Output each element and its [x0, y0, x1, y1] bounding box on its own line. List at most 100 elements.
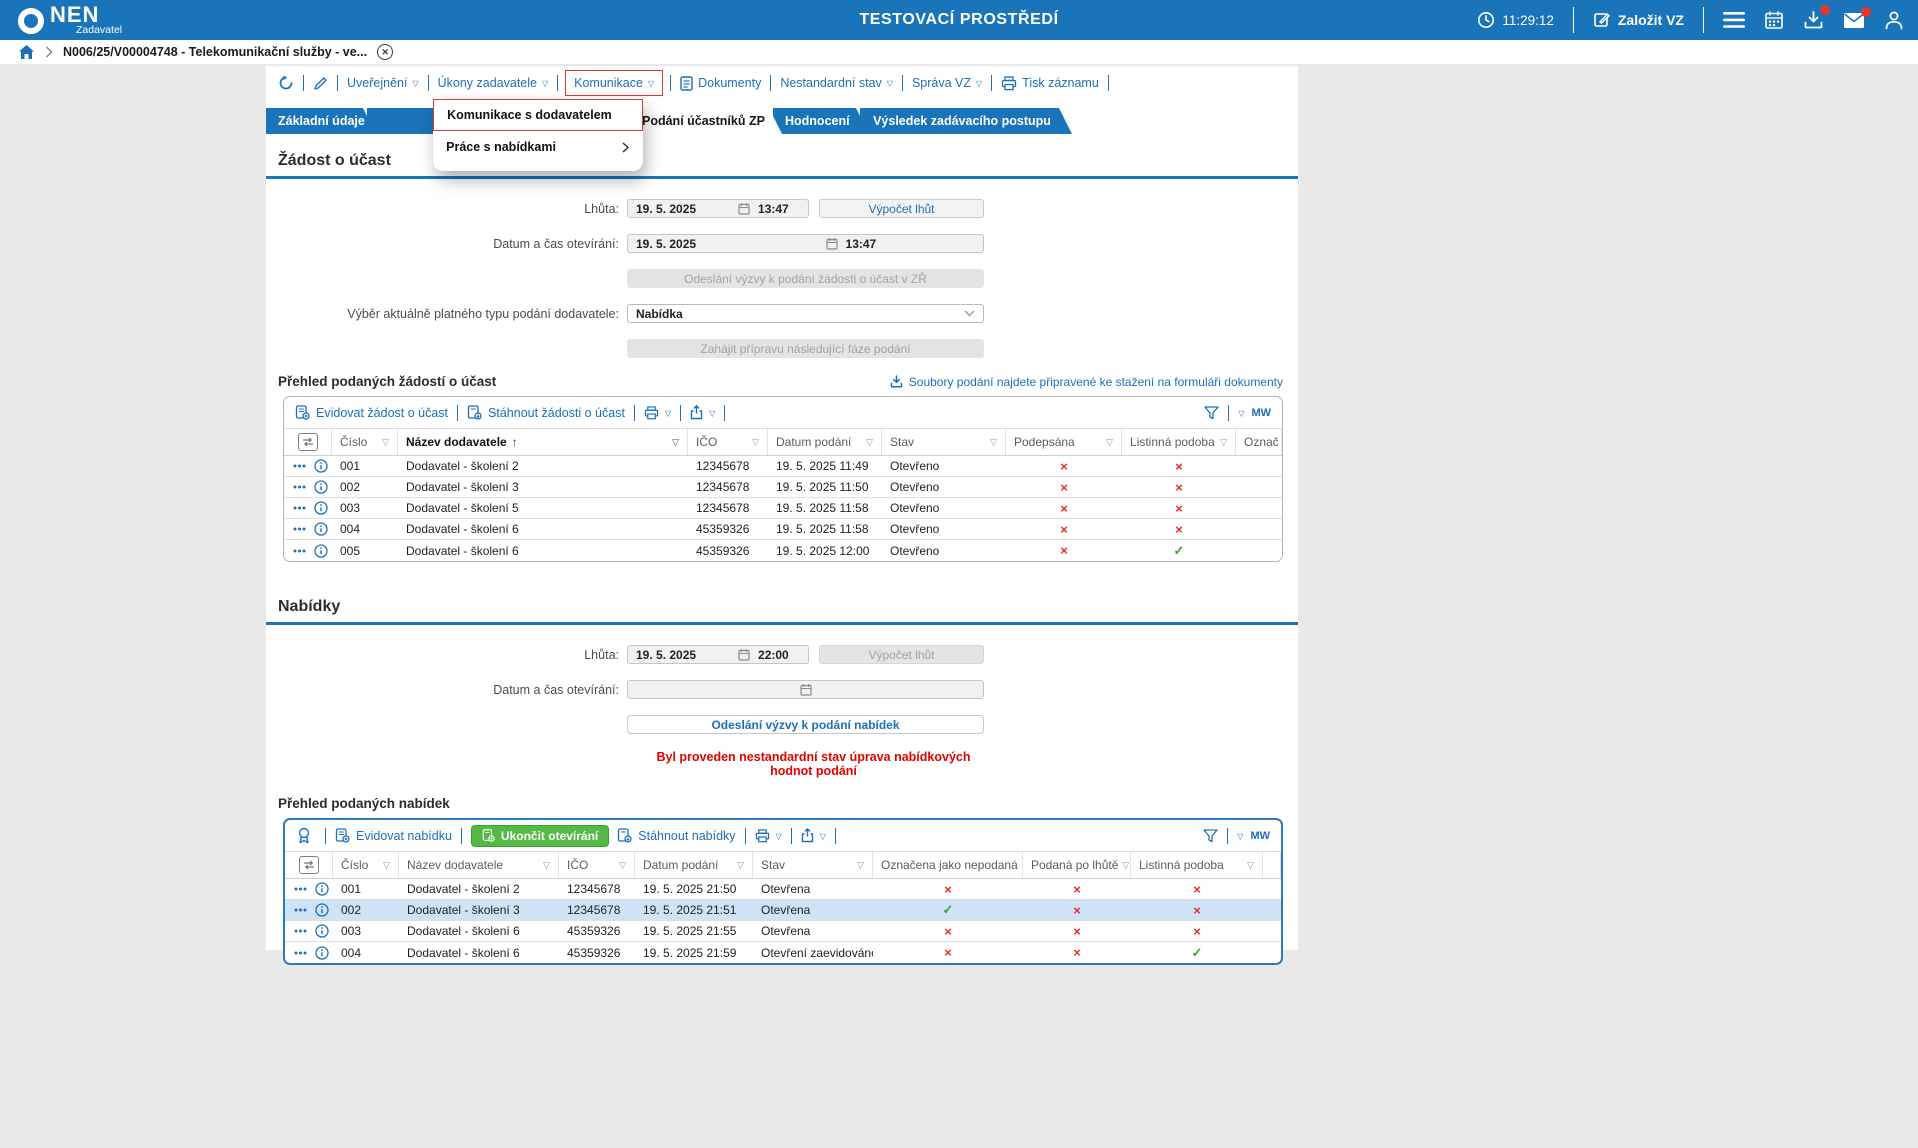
row-menu-icon[interactable] [294, 908, 307, 912]
zadost-oteviranni-datetime-field[interactable]: 19. 5. 2025 13:47 [627, 234, 984, 253]
col-header-cislo[interactable]: Číslo▽ [332, 429, 398, 455]
nabidky-oteviranni-datetime-field[interactable] [627, 680, 984, 699]
typ-podani-select[interactable]: Nabídka [627, 304, 984, 323]
print-table-button[interactable]: ▽ [644, 406, 671, 420]
home-icon[interactable] [18, 44, 35, 60]
evidovat-zadost-button[interactable]: Evidovat žádost o účast [295, 405, 448, 420]
col-header-nazev-dodavatele[interactable]: Název dodavatele▽ [399, 852, 559, 878]
close-record-icon[interactable]: ✕ [377, 44, 393, 60]
info-icon[interactable] [314, 480, 328, 494]
row-menu-icon[interactable] [293, 527, 306, 531]
filter-chevron-icon[interactable]: ▽ [1243, 860, 1254, 871]
info-icon[interactable] [314, 544, 328, 558]
tab-zakladni-udaje[interactable]: Základní údaje [266, 108, 376, 134]
calendar-icon[interactable] [826, 237, 838, 250]
messages-button[interactable] [1843, 12, 1865, 29]
calendar-icon[interactable] [738, 202, 750, 215]
column-settings-icon[interactable] [299, 856, 319, 874]
evidovat-nabidku-button[interactable]: Evidovat nabídku [335, 828, 452, 843]
col-header-datum-podani[interactable]: Datum podání▽ [768, 429, 882, 455]
menu-ukony-zadavatele[interactable]: Úkony zadavatele▽ [438, 76, 549, 90]
col-header-podana-po-lhute[interactable]: Podaná po lhůtě▽ [1023, 852, 1131, 878]
record-breadcrumb-title[interactable]: N006/25/V00004748 - Telekomunikační služ… [63, 45, 367, 59]
info-icon[interactable] [315, 924, 329, 938]
row-menu-icon[interactable] [293, 506, 306, 510]
zadost-vypocet-lhut-button[interactable]: Výpočet lhůt [819, 199, 984, 218]
table-row[interactable]: 005 Dodavatel - školení 6 45359326 19. 5… [284, 540, 1282, 561]
row-menu-icon[interactable] [293, 464, 306, 468]
odeslani-vyzvy-zadost-button[interactable]: Odeslání výzvy k podání žádosti o účast … [627, 269, 984, 288]
column-settings-icon[interactable] [298, 433, 318, 451]
main-menu-button[interactable] [1723, 12, 1745, 28]
menu-sprava-vz[interactable]: Správa VZ▽ [912, 76, 982, 90]
table-row[interactable]: 004 Dodavatel - školení 6 45359326 19. 5… [285, 942, 1281, 963]
zadost-lhuta-datetime-field[interactable]: 19. 5. 2025 13:47 [627, 199, 809, 218]
col-header-ico[interactable]: IČO▽ [688, 429, 768, 455]
nabidky-lhuta-datetime-field[interactable]: 19. 5. 2025 22:00 [627, 645, 809, 664]
table-row-selected[interactable]: 002 Dodavatel - školení 3 12345678 19. 5… [285, 900, 1281, 921]
mw-label[interactable]: MW [1250, 830, 1270, 842]
col-header-nazev-dodavatele[interactable]: Název dodavatele↑▽ [398, 429, 688, 455]
stahnout-nabidky-button[interactable]: Stáhnout nabídky [617, 828, 735, 843]
col-header-datum-podani[interactable]: Datum podání▽ [635, 852, 753, 878]
filter-chevron-icon[interactable]: ▽ [853, 860, 864, 871]
mw-label[interactable]: MW [1251, 407, 1271, 419]
refresh-icon[interactable] [278, 75, 294, 91]
row-menu-icon[interactable] [294, 887, 307, 891]
col-header-ico[interactable]: IČO▽ [559, 852, 635, 878]
tab-hodnoceni[interactable]: Hodnocení [773, 108, 869, 134]
table-row[interactable]: 003 Dodavatel - školení 6 45359326 19. 5… [285, 921, 1281, 942]
soubory-podani-link[interactable]: Soubory podání najdete připravené ke sta… [890, 375, 1283, 389]
row-menu-icon[interactable] [294, 929, 307, 933]
chevron-down-icon[interactable]: ▽ [1238, 409, 1244, 418]
row-menu-icon[interactable] [294, 951, 307, 955]
filter-icon[interactable] [1203, 829, 1218, 843]
nabidky-vypocet-lhut-button[interactable]: Výpočet lhůt [819, 645, 984, 664]
stahnout-zadosti-button[interactable]: Stáhnout žádosti o účast [467, 405, 625, 420]
info-icon[interactable] [314, 501, 328, 515]
menu-komunikace[interactable]: Komunikace▽ [565, 70, 663, 96]
tab-vysledek-zadavaciho-postupu[interactable]: Výsledek zadávacího postupu [860, 108, 1072, 134]
info-icon[interactable] [315, 882, 329, 896]
tab-podani-ucastniku-zp[interactable]: Podání účastníků ZP [630, 108, 782, 134]
menu-dokumenty[interactable]: Dokumenty [680, 76, 761, 91]
table-row[interactable]: 001 Dodavatel - školení 2 12345678 19. 5… [285, 879, 1281, 900]
info-icon[interactable] [315, 903, 329, 917]
calendar-icon[interactable] [738, 648, 750, 661]
ukoncit-oteviranni-button[interactable]: Ukončit otevírání [471, 825, 609, 847]
menu-nestandardni-stav[interactable]: Nestandardní stav▽ [780, 76, 893, 90]
print-table-button[interactable]: ▽ [755, 829, 782, 843]
menu-item-prace-s-nabidkami[interactable]: Práce s nabídkami [433, 131, 643, 163]
info-icon[interactable] [314, 522, 328, 536]
filter-chevron-icon[interactable]: ▽ [1102, 437, 1113, 448]
filter-icon[interactable] [1204, 406, 1219, 420]
filter-chevron-icon[interactable]: ▽ [539, 860, 550, 871]
export-table-button[interactable]: ▽ [801, 828, 826, 843]
create-vz-button[interactable]: Založit VZ [1593, 11, 1684, 29]
row-menu-icon[interactable] [293, 485, 306, 489]
filter-chevron-icon[interactable]: ▽ [986, 437, 997, 448]
table-row[interactable]: 004 Dodavatel - školení 6 45359326 19. 5… [284, 519, 1282, 540]
filter-chevron-icon[interactable]: ▽ [1216, 437, 1227, 448]
info-icon[interactable] [315, 946, 329, 960]
downloads-button[interactable] [1803, 10, 1824, 30]
col-header-oznac[interactable]: Označ [1236, 429, 1282, 455]
col-header-listinna-podoba[interactable]: Listinná podoba▽ [1131, 852, 1263, 878]
col-header-stav[interactable]: Stav▽ [753, 852, 873, 878]
zahajit-pripravu-button[interactable]: Zahájit přípravu následující fáze podání [627, 339, 984, 358]
filter-chevron-icon[interactable]: ▽ [733, 860, 744, 871]
filter-chevron-icon[interactable]: ▽ [668, 437, 679, 448]
chevron-down-icon[interactable]: ▽ [1237, 832, 1243, 841]
table-row[interactable]: 003 Dodavatel - školení 5 12345678 19. 5… [284, 498, 1282, 519]
menu-tisk-zaznamu[interactable]: Tisk záznamu [1001, 76, 1099, 91]
row-menu-icon[interactable] [293, 549, 306, 553]
col-header-oznacena-jako-nepodana[interactable]: Označena jako nepodaná▽ [873, 852, 1023, 878]
user-profile-button[interactable] [1884, 10, 1904, 30]
filter-chevron-icon[interactable]: ▽ [615, 860, 626, 871]
calendar-icon[interactable] [800, 683, 812, 696]
info-icon[interactable] [314, 459, 328, 473]
col-header-listinna-podoba[interactable]: Listinná podoba▽ [1122, 429, 1236, 455]
table-row[interactable]: 002 Dodavatel - školení 3 12345678 19. 5… [284, 477, 1282, 498]
filter-chevron-icon[interactable]: ▽ [748, 437, 759, 448]
col-header-podepsana[interactable]: Podepsána▽ [1006, 429, 1122, 455]
